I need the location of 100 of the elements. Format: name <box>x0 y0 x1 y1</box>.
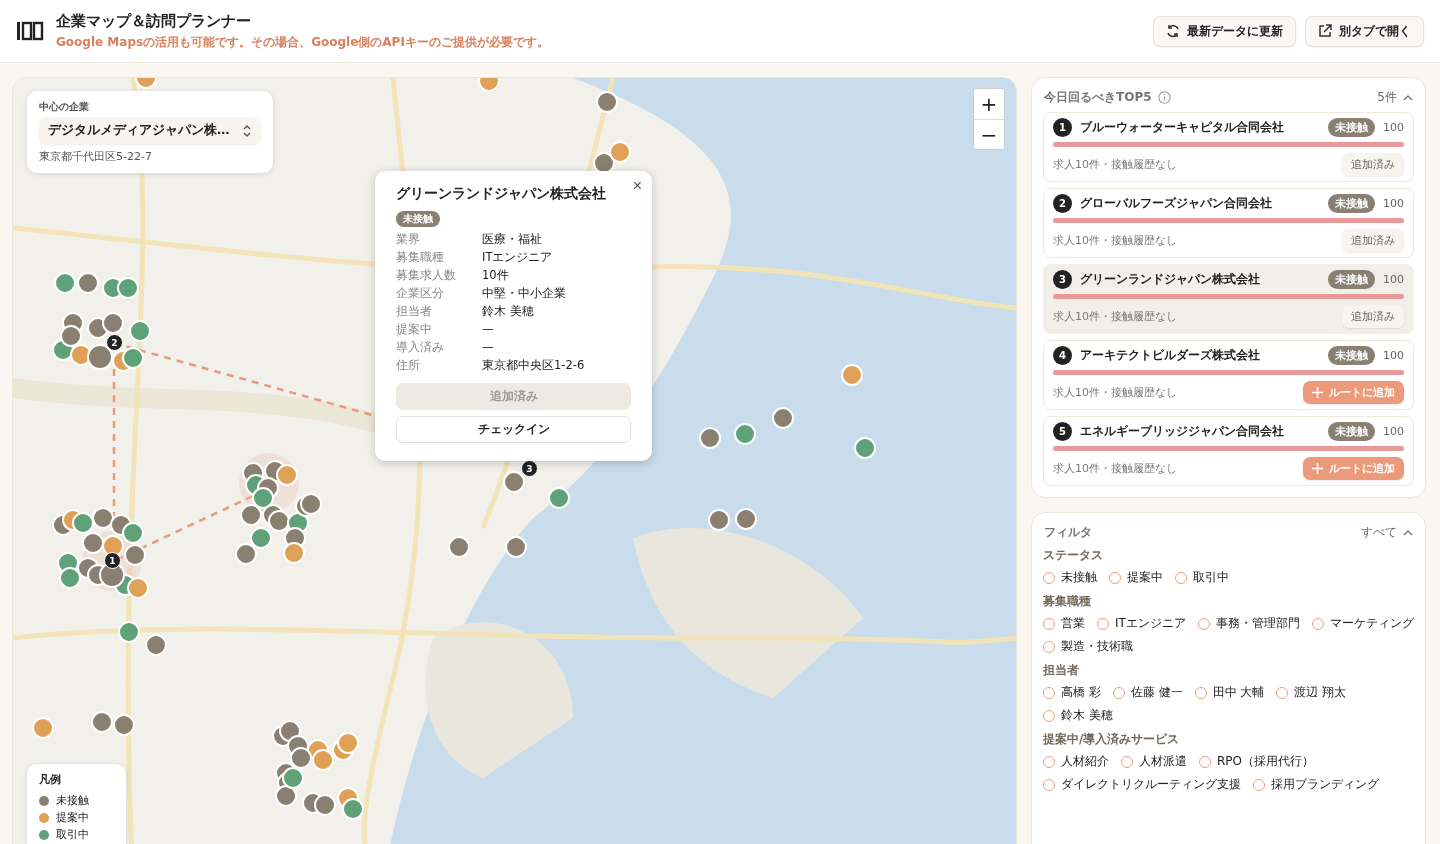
radio-button[interactable] <box>1043 755 1055 768</box>
score: 100 <box>1383 273 1404 286</box>
field-label: 中心の企業 <box>39 100 90 114</box>
api-note: Google Mapsの活用も可能です。その場合、Google側のAPIキーのご提供が必要です。 <box>56 33 550 51</box>
rank-number: 5 <box>1053 422 1072 441</box>
option-label: 人材紹介 <box>1061 753 1109 770</box>
status-badge: 未接触 <box>1328 270 1375 289</box>
legend-label: 取引中 <box>56 827 89 842</box>
zoom-out-button[interactable]: − <box>974 119 1004 149</box>
company-name: グリーンランドジャパン株式会社 <box>1080 271 1261 288</box>
external-link-icon <box>1318 24 1332 38</box>
field-label: 業界 <box>396 232 421 247</box>
chevron-icon[interactable] <box>1403 528 1413 537</box>
field-value: — <box>482 340 495 355</box>
radio-button[interactable] <box>1097 617 1109 630</box>
company-item[interactable]: 3 グリーンランドジャパン株式会社 未接触 100 求人10件・接触履歴なし 追加済み <box>1043 264 1414 334</box>
plus-icon <box>1312 387 1323 398</box>
score: 100 <box>1383 121 1404 134</box>
score: 100 <box>1383 197 1404 210</box>
radio-button[interactable] <box>1197 617 1210 630</box>
section-title: 今日回るべきTOP5 <box>1044 89 1152 106</box>
added-button[interactable]: 追加済み <box>1342 153 1404 176</box>
option-label: 田中 大輔 <box>1212 684 1265 701</box>
added-button[interactable]: 追加済み <box>1342 229 1404 252</box>
company-item[interactable]: 5 エネルギーブリッジジャパン合同会社 未接触 100 求人10件・接触履歴なし ルートに追加 <box>1043 416 1414 486</box>
radio-button[interactable] <box>1121 755 1133 768</box>
radio-button[interactable] <box>1253 778 1265 791</box>
option-label: 未接触 <box>1061 569 1097 586</box>
score: 100 <box>1383 349 1404 362</box>
option-label: マーケティング <box>1329 615 1414 632</box>
rank-number: 2 <box>1053 194 1072 213</box>
sort-icon <box>242 123 252 138</box>
field-value: ITエンジニア <box>482 250 554 265</box>
company-item[interactable]: 2 グローバルフーズジャパン合同会社 未接触 100 求人10件・接触履歴なし 追加済み <box>1043 188 1414 258</box>
chevron-icon[interactable] <box>1403 93 1413 102</box>
logo-icon <box>16 21 44 41</box>
option-label: 採用ブランディング <box>1271 776 1379 793</box>
radio-button[interactable] <box>1043 778 1055 791</box>
option-label: RPO（採用代行） <box>1217 753 1315 770</box>
company-item[interactable]: 4 アーキテクトビルダーズ株式会社 未接触 100 求人10件・接触履歴なし ルートに追加 <box>1043 340 1414 410</box>
popup-title: グリーンランドジャパン株式会社 <box>396 185 607 203</box>
option-label: ダイレクトリクルーティング支援 <box>1061 776 1241 793</box>
radio-button[interactable] <box>1276 686 1289 699</box>
open-tab-button[interactable]: 別タブで開く <box>1305 15 1424 47</box>
legend-title: 凡例 <box>39 773 62 787</box>
refresh-button[interactable]: 最新データに更新 <box>1153 15 1296 47</box>
radio-button[interactable] <box>1109 571 1121 584</box>
option-label: 提案中 <box>1127 569 1163 586</box>
status-badge: 未接触 <box>1328 422 1375 441</box>
legend-label: 提案中 <box>56 810 89 825</box>
company-item[interactable]: 1 ブルーウォーターキャピタル合同会社 未接触 100 求人10件・接触履歴なし 追加済み <box>1043 112 1414 182</box>
field-label: 企業区分 <box>396 286 445 301</box>
radio-button[interactable] <box>1043 617 1055 630</box>
field-label: 住所 <box>396 358 421 373</box>
legend-label: 未接触 <box>56 793 89 808</box>
company-address: 東京都千代田区5-22-7 <box>39 149 153 164</box>
option-label: ITエンジニア <box>1115 615 1186 632</box>
company-meta: 求人10件・接触履歴なし <box>1053 309 1177 324</box>
field-label: 提案中 <box>396 322 433 337</box>
close-button[interactable]: × <box>628 175 646 197</box>
field-label: 募集求人数 <box>396 268 457 283</box>
field-value: 医療・福祉 <box>482 232 543 247</box>
field-value: 中堅・中小企業 <box>482 286 567 301</box>
checkin-button[interactable]: チェックイン <box>396 416 631 443</box>
group-title: 募集職種 <box>1043 593 1092 610</box>
company-meta: 求人10件・接触履歴なし <box>1053 461 1177 476</box>
radio-button[interactable] <box>1199 755 1211 768</box>
company-name: ブルーウォーターキャピタル合同会社 <box>1080 119 1285 136</box>
status-badge: 未接触 <box>396 211 440 227</box>
rank-number: 3 <box>1053 270 1072 289</box>
score: 100 <box>1383 425 1404 438</box>
group-title: 提案中/導入済みサービス <box>1043 731 1181 748</box>
added-button[interactable]: 追加済み <box>1342 305 1404 328</box>
option-label: 人材派遣 <box>1139 753 1187 770</box>
radio-button[interactable] <box>1043 709 1055 722</box>
plus-icon <box>1312 463 1323 474</box>
company-name: エネルギーブリッジジャパン合同会社 <box>1080 423 1285 440</box>
radio-button[interactable] <box>1175 571 1187 584</box>
radio-button[interactable] <box>1043 640 1055 653</box>
option-label: 渡辺 翔太 <box>1294 684 1347 701</box>
option-label: 取引中 <box>1193 569 1229 586</box>
option-label: 製造・技術職 <box>1061 638 1133 655</box>
status-badge: 未接触 <box>1328 346 1375 365</box>
company-meta: 求人10件・接触履歴なし <box>1053 157 1177 172</box>
radio-button[interactable] <box>1311 617 1324 630</box>
radio-button[interactable] <box>1112 686 1125 699</box>
field-value: 10件 <box>482 268 510 283</box>
radio-button[interactable] <box>1043 686 1055 699</box>
group-title: 担当者 <box>1043 662 1080 679</box>
field-label: 導入済み <box>396 340 445 355</box>
radio-button[interactable] <box>1043 571 1055 584</box>
company-select[interactable]: デジタルメディアジャパン株… <box>39 117 261 144</box>
all-link[interactable]: すべて <box>1361 524 1397 541</box>
radio-button[interactable] <box>1194 686 1207 699</box>
field-label: 募集職種 <box>396 250 445 265</box>
option-label: 佐藤 健一 <box>1130 684 1183 701</box>
company-meta: 求人10件・接触履歴なし <box>1053 385 1177 400</box>
option-label: 高橋 彩 <box>1061 684 1101 701</box>
field-value: 鈴木 美穂 <box>482 304 535 319</box>
option-label: 営業 <box>1061 615 1085 632</box>
